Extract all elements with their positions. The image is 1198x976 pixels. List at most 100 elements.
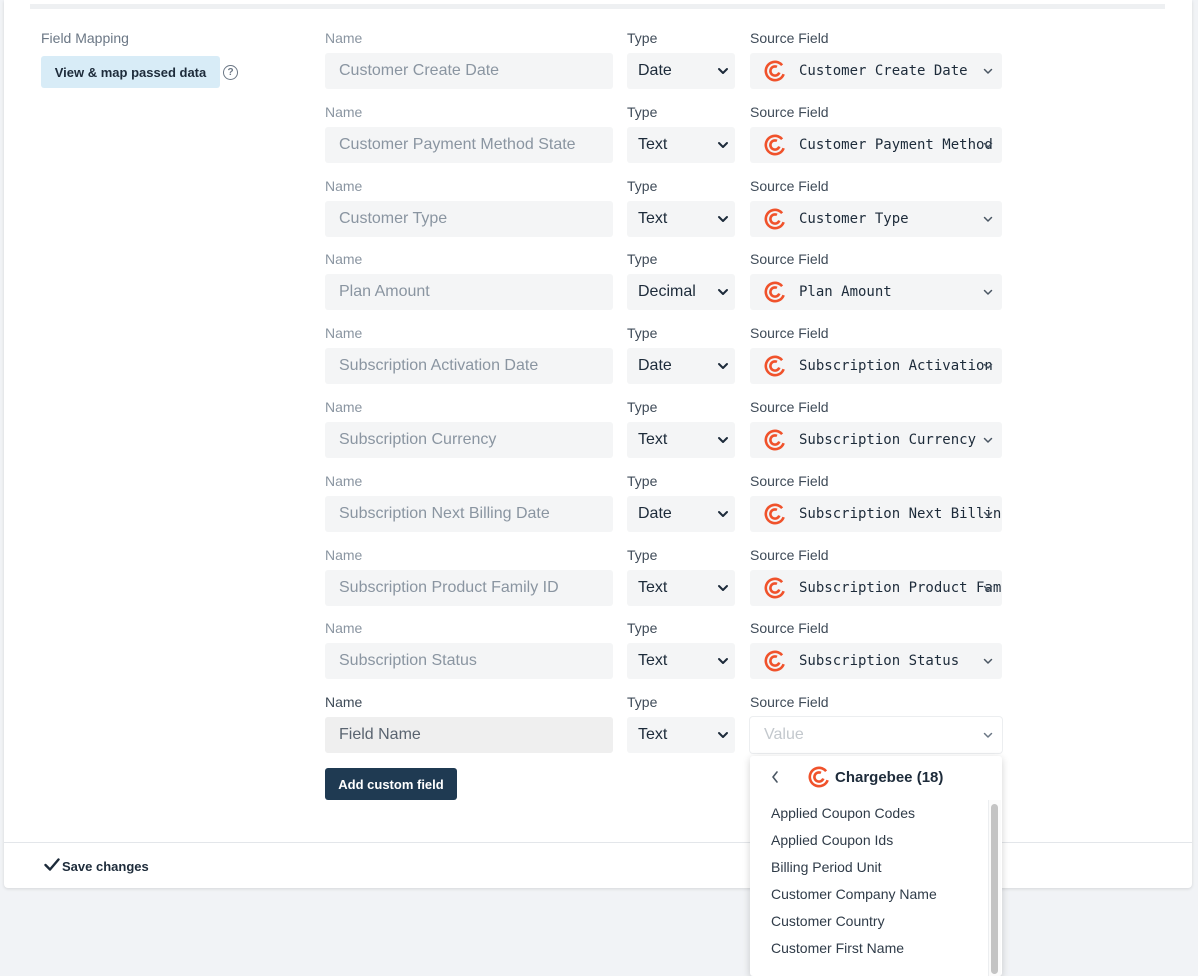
name-column-label: Name [325, 30, 363, 46]
field-name-input[interactable]: Subscription Product Family ID [325, 569, 613, 606]
chevron-down-icon [982, 65, 994, 77]
field-type-value: Text [638, 652, 668, 670]
field-name-input[interactable]: Customer Payment Method State [325, 126, 613, 163]
chevron-down-icon [717, 360, 729, 372]
field-type-select[interactable]: Date [627, 495, 735, 532]
source-field-column-label: Source Field [750, 30, 829, 46]
field-type-select[interactable]: Decimal [627, 274, 735, 311]
field-type-value: Text [638, 209, 668, 227]
type-column-label: Type [627, 30, 658, 46]
new-field-name-input[interactable]: Field Name [325, 717, 613, 753]
field-type-value: Date [638, 62, 672, 79]
save-changes-button[interactable]: Save changes [44, 857, 149, 875]
chargebee-logo-icon [808, 766, 830, 788]
chargebee-logo-icon [764, 134, 786, 156]
source-field-select[interactable]: Subscription Product Famil [750, 569, 1002, 606]
field-row: Name Type Source Field Customer Type Tex… [0, 178, 1198, 252]
source-field-column-label: Source Field [750, 251, 829, 268]
field-row: Name Type Source Field Subscription Curr… [0, 399, 1198, 473]
source-field-column-label: Source Field [750, 325, 829, 342]
field-name-input[interactable]: Customer Create Date [325, 53, 613, 89]
dropdown-scrollbar-thumb[interactable] [991, 804, 998, 974]
field-type-value: Date [638, 504, 672, 522]
chevron-down-icon [717, 434, 729, 446]
chevron-down-icon [982, 508, 994, 520]
new-field-row: Name Type Source Field Field Name Text V… [0, 694, 1198, 768]
field-type-value: Text [638, 135, 668, 153]
dropdown-options: Applied Coupon Codes Applied Coupon Ids Bi… [750, 800, 990, 962]
new-field-source-select[interactable]: Value [750, 717, 1002, 753]
field-row: Name Type Source Field Subscription Acti… [0, 325, 1198, 399]
type-column-label: Type [627, 399, 658, 415]
dropdown-option[interactable]: Billing Period Unit [750, 854, 990, 881]
dropdown-title: Chargebee (18) [835, 769, 944, 786]
field-type-select[interactable]: Text [627, 126, 735, 163]
chevron-down-icon [717, 286, 729, 298]
source-field-select[interactable]: Plan Amount [750, 274, 1002, 311]
name-column-label: Name [325, 694, 363, 710]
field-type-select[interactable]: Text [627, 643, 735, 680]
field-name-input[interactable]: Plan Amount [325, 274, 613, 311]
field-type-select[interactable]: Text [627, 422, 735, 458]
chevron-down-icon [982, 582, 994, 594]
source-field-select[interactable]: Customer Payment Method St [750, 126, 1002, 163]
chevron-left-icon[interactable] [770, 769, 780, 790]
field-name-input[interactable]: Subscription Activation Date [325, 348, 613, 385]
field-row: Name Type Source Field Subscription Prod… [0, 547, 1198, 621]
chevron-down-icon [982, 729, 994, 741]
field-name-input[interactable]: Subscription Status [325, 643, 613, 680]
chargebee-logo-icon [764, 650, 786, 672]
new-field-type-select[interactable]: Text [627, 717, 735, 753]
chargebee-logo-icon [764, 429, 786, 451]
type-column-label: Type [627, 177, 658, 194]
field-type-select[interactable]: Text [627, 200, 735, 237]
chevron-down-icon [717, 65, 729, 77]
dropdown-option[interactable]: Customer Company Name [750, 881, 990, 908]
name-column-label: Name [325, 546, 363, 563]
field-type-select[interactable]: Date [627, 53, 735, 89]
chargebee-logo-icon [764, 355, 786, 377]
chevron-down-icon [982, 139, 994, 151]
field-name-input[interactable]: Subscription Next Billing Date [325, 495, 613, 532]
source-field-column-label: Source Field [750, 103, 829, 120]
type-column-label: Type [627, 325, 658, 342]
source-field-dropdown: Chargebee (18) Applied Coupon Codes Appli… [750, 756, 1002, 976]
field-name-input[interactable]: Customer Type [325, 200, 613, 237]
field-type-select[interactable]: Text [627, 569, 735, 606]
source-field-value: Customer Payment Method St [799, 136, 1002, 153]
chargebee-logo-icon [764, 503, 786, 525]
chargebee-logo-icon [764, 577, 786, 599]
field-name-input[interactable]: Subscription Currency [325, 422, 613, 458]
source-field-select[interactable]: Subscription Status [750, 643, 1002, 680]
type-column-label: Type [627, 694, 658, 710]
chevron-down-icon [717, 139, 729, 151]
field-type-value: Decimal [638, 283, 696, 301]
source-field-select[interactable]: Customer Type [750, 200, 1002, 237]
source-field-value: Subscription Product Famil [799, 579, 1002, 596]
source-field-select[interactable]: Subscription Currency [750, 422, 1002, 458]
source-field-select[interactable]: Customer Create Date [750, 53, 1002, 89]
footer-divider [4, 842, 1192, 843]
chevron-down-icon [982, 286, 994, 298]
chevron-down-icon [717, 582, 729, 594]
source-field-select[interactable]: Subscription Next Billing [750, 495, 1002, 532]
name-column-label: Name [325, 177, 363, 194]
name-column-label: Name [325, 620, 363, 637]
source-field-select[interactable]: Subscription Activation Da [750, 348, 1002, 385]
name-column-label: Name [325, 251, 363, 268]
dropdown-option[interactable]: Customer Country [750, 908, 990, 935]
name-column-label: Name [325, 325, 363, 342]
chargebee-logo-icon [764, 60, 786, 82]
top-divider [30, 4, 1165, 9]
dropdown-option[interactable]: Applied Coupon Codes [750, 800, 990, 827]
chargebee-logo-icon [764, 281, 786, 303]
add-custom-field-button[interactable]: Add custom field [325, 768, 457, 800]
field-row: Name Type Source Field Subscription Stat… [0, 620, 1198, 694]
field-type-select[interactable]: Date [627, 348, 735, 385]
type-column-label: Type [627, 472, 658, 489]
name-column-label: Name [325, 103, 363, 120]
field-row: Name Type Source Field Customer Create D… [0, 30, 1198, 104]
dropdown-option[interactable]: Customer First Name [750, 935, 990, 962]
dropdown-option[interactable]: Applied Coupon Ids [750, 827, 990, 854]
type-column-label: Type [627, 103, 658, 120]
